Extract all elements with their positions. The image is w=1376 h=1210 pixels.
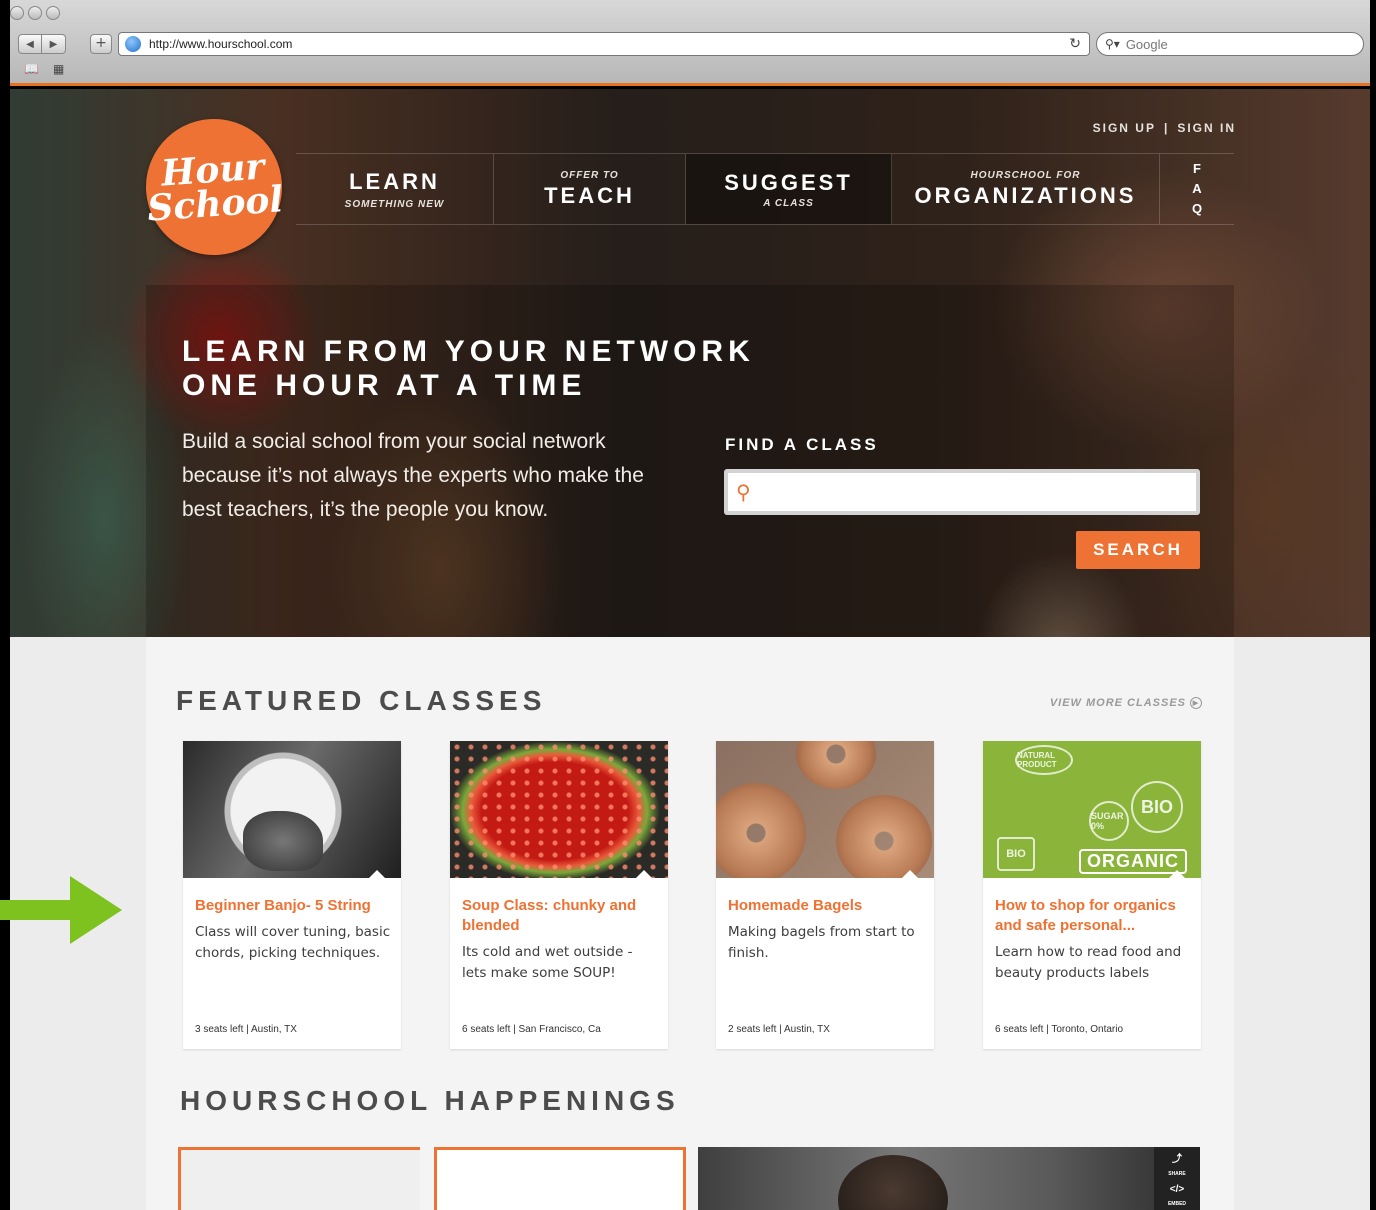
nav-suggest[interactable]: SUGGEST A CLASS — [686, 154, 892, 224]
nav-learn[interactable]: LEARN SOMETHING NEW — [296, 154, 494, 224]
class-title[interactable]: Soup Class: chunky and blended — [462, 896, 658, 936]
nav-teach-label: TEACH — [544, 182, 635, 208]
browser-chrome: ◀ ▶ + http://www.hourschool.com ↻ ⚲▾ Goo… — [10, 0, 1370, 86]
minimize-window-button[interactable] — [28, 6, 42, 20]
happening-video[interactable]: ⤴ SHARE </> EMBED — [698, 1147, 1200, 1210]
class-meta: 6 seats left | Toronto, Ontario — [995, 1024, 1124, 1035]
faq-letter: Q — [1191, 201, 1203, 216]
share-icon[interactable]: ⤴ — [1172, 1150, 1182, 1165]
book-icon[interactable]: 📖 — [24, 62, 39, 76]
headline-line-2: ONE HOUR AT A TIME — [182, 369, 587, 402]
search-icon: ⚲ — [736, 480, 751, 504]
class-card[interactable]: Soup Class: chunky and blended Its cold … — [450, 741, 668, 1049]
headline-line-1: LEARN FROM YOUR NETWORK — [182, 335, 755, 368]
hero-headline: LEARN FROM YOUR NETWORK ONE HOUR AT A TI… — [182, 335, 755, 403]
reload-icon[interactable]: ↻ — [1069, 36, 1081, 52]
organic-labels-image: NATURAL PRODUCT BIO BIO SUGAR 0% ORGANIC — [983, 741, 1201, 878]
forward-button[interactable]: ▶ — [42, 34, 66, 54]
hourschool-logo[interactable]: Hour School — [141, 114, 287, 260]
nav-learn-sub: SOMETHING NEW — [344, 198, 445, 210]
class-title[interactable]: Beginner Banjo- 5 String — [195, 896, 391, 916]
nav-organizations[interactable]: HOURSCHOOL FOR ORGANIZATIONS — [892, 154, 1160, 224]
url-text: http://www.hourschool.com — [149, 37, 293, 51]
class-description: Its cold and wet outside - lets make som… — [462, 944, 633, 981]
class-card[interactable]: NATURAL PRODUCT BIO BIO SUGAR 0% ORGANIC… — [983, 741, 1201, 1049]
video-side-controls: ⤴ SHARE </> EMBED — [1154, 1147, 1200, 1210]
main-content: FEATURED CLASSES VIEW MORE CLASSES ▶ Beg… — [146, 637, 1234, 1210]
embed-label: EMBED — [1167, 1200, 1187, 1207]
address-bar[interactable]: http://www.hourschool.com ↻ — [118, 32, 1090, 56]
search-button[interactable]: SEARCH — [1076, 531, 1200, 569]
history-buttons: ◀ ▶ — [18, 34, 66, 54]
nav-suggest-label: SUGGEST — [724, 169, 853, 195]
back-button[interactable]: ◀ — [18, 34, 42, 54]
nav-suggest-sub: A CLASS — [763, 197, 814, 209]
class-meta: 3 seats left | Austin, TX — [195, 1024, 297, 1035]
faq-letter: F — [1193, 161, 1201, 176]
logo-line-2: School — [145, 178, 285, 230]
share-label: SHARE — [1168, 1171, 1186, 1178]
auth-links: SIGN UP | SIGN IN — [1093, 121, 1236, 135]
banjo-image — [183, 741, 401, 878]
find-class-label: FIND A CLASS — [725, 435, 879, 454]
play-circle-icon: ▶ — [1190, 697, 1202, 709]
soup-image — [450, 741, 668, 878]
window-controls — [10, 6, 60, 20]
sign-in-link[interactable]: SIGN IN — [1177, 121, 1236, 135]
nav-teach-sub: OFFER TO — [560, 169, 619, 181]
happening-card[interactable] — [434, 1147, 686, 1210]
nav-learn-label: LEARN — [349, 168, 440, 194]
class-description: Class will cover tuning, basic chords, p… — [195, 924, 391, 961]
embed-icon[interactable]: </> — [1170, 1184, 1184, 1195]
zoom-window-button[interactable] — [46, 6, 60, 20]
class-meta: 6 seats left | San Francisco, Ca — [462, 1024, 601, 1035]
class-title[interactable]: Homemade Bagels — [728, 896, 924, 916]
globe-icon — [125, 36, 141, 52]
class-title[interactable]: How to shop for organics and safe person… — [995, 896, 1191, 936]
browser-search-field[interactable]: ⚲▾ Google — [1096, 32, 1364, 56]
nav-teach[interactable]: OFFER TO TEACH — [494, 154, 686, 224]
featured-classes-title: FEATURED CLASSES — [176, 685, 547, 716]
class-card[interactable]: Beginner Banjo- 5 String Class will cove… — [183, 741, 401, 1049]
hero-tagline: Build a social school from your social n… — [182, 430, 644, 521]
nav-orgs-label: ORGANIZATIONS — [914, 182, 1137, 208]
search-icon: ⚲▾ — [1105, 37, 1120, 51]
class-card[interactable]: Homemade Bagels Making bagels from start… — [716, 741, 934, 1049]
hero-panel: LEARN FROM YOUR NETWORK ONE HOUR AT A TI… — [146, 285, 1234, 637]
hero-section: Hour School SIGN UP | SIGN IN LEARN SOME… — [10, 89, 1370, 637]
add-bookmark-button[interactable]: + — [90, 34, 112, 54]
close-window-button[interactable] — [10, 6, 24, 20]
nav-faq[interactable]: F A Q — [1160, 154, 1234, 224]
green-arrow-icon — [0, 876, 122, 944]
sign-up-link[interactable]: SIGN UP — [1093, 121, 1156, 135]
happenings-title: HOURSCHOOL HAPPENINGS — [180, 1085, 680, 1116]
class-meta: 2 seats left | Austin, TX — [728, 1024, 830, 1035]
class-description: Making bagels from start to finish. — [728, 924, 915, 961]
main-nav: LEARN SOMETHING NEW OFFER TO TEACH SUGGE… — [296, 153, 1234, 225]
view-more-label: VIEW MORE CLASSES — [1049, 697, 1186, 709]
class-description: Learn how to read food and beauty produc… — [995, 944, 1182, 981]
search-placeholder: Google — [1125, 36, 1168, 52]
auth-separator: | — [1163, 121, 1170, 135]
view-more-classes-link[interactable]: VIEW MORE CLASSES ▶ — [1050, 697, 1202, 709]
bookmarks-bar: 📖 ▦ — [24, 62, 64, 76]
nav-orgs-sub: HOURSCHOOL FOR — [970, 169, 1081, 181]
faq-letter: A — [1192, 181, 1202, 196]
find-class-field[interactable]: ⚲ — [724, 469, 1200, 515]
bagels-image — [716, 741, 934, 878]
find-class-input[interactable] — [758, 473, 1196, 511]
grid-icon[interactable]: ▦ — [53, 62, 64, 76]
happening-card[interactable] — [178, 1147, 420, 1210]
